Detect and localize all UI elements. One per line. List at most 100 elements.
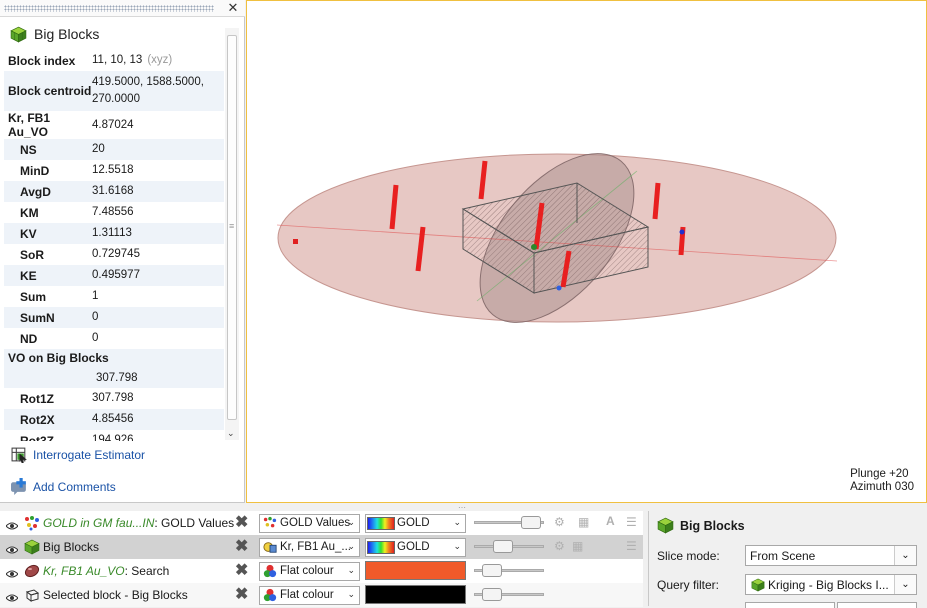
filter-icon[interactable]: ⚙ <box>554 539 565 553</box>
visibility-eye-icon[interactable] <box>5 519 19 530</box>
shape-properties-panel: Big Blocks Slice mode: From Scene ⌄ Query… <box>648 511 927 608</box>
properties-icon[interactable]: ☰ <box>626 539 637 553</box>
property-value: 31.6168 <box>92 185 134 197</box>
flat-colour-icon <box>263 588 277 602</box>
query-filter-dropdown[interactable]: Kriging - Big Blocks I... ⌄ <box>745 574 917 595</box>
property-value: 307.798 <box>96 372 138 384</box>
property-row: NS 20 <box>4 139 224 160</box>
remove-icon[interactable]: ✖ <box>235 539 248 555</box>
points-icon <box>263 516 277 530</box>
drillhole[interactable] <box>652 182 661 220</box>
horizontal-splitter[interactable]: ⋯ <box>0 503 927 512</box>
ellipsoid-icon <box>24 563 40 579</box>
remove-icon[interactable]: ✖ <box>235 563 248 579</box>
opacity-slider-thumb[interactable] <box>521 516 541 529</box>
panel-scrollbar[interactable]: ⌄ <box>225 28 239 440</box>
colour-attribute-dropdown[interactable]: Kr, FB1 Au_... ⌄ <box>259 537 360 557</box>
colourmap-dropdown[interactable]: GOLD ⌄ <box>365 513 466 533</box>
property-key: KE <box>20 268 37 283</box>
scene-viewport[interactable]: Plunge +20 Azimuth 030 <box>246 0 927 503</box>
property-row: KE 0.495977 <box>4 265 224 286</box>
drillhole-sample <box>293 239 298 244</box>
scroll-thumb[interactable] <box>227 35 237 420</box>
property-key: AvgD <box>20 184 51 199</box>
property-key: SoR <box>20 247 44 262</box>
property-row: Rot2X 4.85456 <box>4 409 224 430</box>
block-centroid-marker <box>531 244 537 250</box>
property-key: Block centroid <box>8 84 92 98</box>
visibility-eye-icon[interactable] <box>5 591 19 602</box>
property-value: 0 <box>92 311 99 323</box>
properties-panel: ✕ Big Blocks Block index 11, 10, 13 (xyz) B… <box>0 0 245 503</box>
chevron-down-icon[interactable]: ⌄ <box>894 575 916 594</box>
property-row: Sum 1 <box>4 286 224 307</box>
shape-row-big-blocks[interactable]: Big Blocks ✖ Kr, FB1 Au_... ⌄ GOLD ⌄ ⚙ ▦ ☰ <box>0 535 643 559</box>
property-value: 12.5518 <box>92 164 134 176</box>
chevron-down-icon[interactable]: ⌄ <box>894 546 916 565</box>
panel-titlebar[interactable]: ✕ <box>0 0 245 17</box>
scene-canvas[interactable] <box>247 1 927 504</box>
property-list: Block index 11, 10, 13 (xyz) Block centroid… <box>4 50 224 441</box>
colour-attribute-dropdown[interactable]: GOLD Values ⌄ <box>259 513 360 533</box>
property-key: Rot2X <box>20 412 55 427</box>
remove-icon[interactable]: ✖ <box>235 587 248 603</box>
filter-icon[interactable]: ⚙ <box>554 515 565 529</box>
slice-mode-dropdown[interactable]: From Scene ⌄ <box>745 545 917 566</box>
partial-button[interactable] <box>837 602 917 608</box>
property-row: SumN 0 <box>4 307 224 328</box>
shape-row-search[interactable]: Kr, FB1 Au_VO: Search ✖ Flat colour ⌄ <box>0 559 643 583</box>
property-row: Kr, FB1 Au_VO 4.87024 <box>4 111 224 139</box>
colour-swatch[interactable] <box>365 585 466 604</box>
shape-name: GOLD in GM fau...IN: GOLD Values <box>43 516 235 530</box>
property-row: Block centroid 419.5000, 1588.5000, 270.0… <box>4 71 224 111</box>
visibility-eye-icon[interactable] <box>5 543 19 554</box>
property-key: KM <box>20 205 39 220</box>
query-filter-icon <box>751 578 765 592</box>
colour-mode-dropdown[interactable]: Flat colour ⌄ <box>259 561 360 581</box>
property-row: AvgD 31.6168 <box>4 181 224 202</box>
add-comment-icon <box>11 478 28 495</box>
opacity-slider-thumb[interactable] <box>482 588 502 601</box>
text-label-icon[interactable]: A <box>606 514 615 528</box>
remove-icon[interactable]: ✖ <box>235 515 248 531</box>
property-value: 307.798 <box>92 392 134 404</box>
drag-grip[interactable] <box>4 5 214 12</box>
property-value: 4.87024 <box>92 118 134 131</box>
plunge-readout: Plunge +20 <box>850 468 909 480</box>
property-value: 11, 10, 13 (xyz) <box>92 54 173 66</box>
shape-properties-title: Big Blocks <box>657 517 745 534</box>
property-value: 419.5000, 1588.5000, 270.0000 <box>92 76 204 105</box>
shape-row-gold-values[interactable]: GOLD in GM fau...IN: GOLD Values ✖ GOLD … <box>0 511 643 535</box>
property-row: Rot3Z 194.926 <box>4 430 224 442</box>
interrogate-estimator-link[interactable]: Interrogate Estimator <box>33 448 145 462</box>
property-row: Block index 11, 10, 13 (xyz) <box>4 50 224 71</box>
visibility-eye-icon[interactable] <box>5 567 19 578</box>
colourmap-dropdown[interactable]: GOLD ⌄ <box>365 537 466 557</box>
add-comments-link-row[interactable]: Add Comments <box>11 478 116 495</box>
property-value: 7.48556 <box>92 206 134 218</box>
close-button[interactable]: ✕ <box>225 1 241 16</box>
properties-icon[interactable]: ☰ <box>626 515 637 529</box>
interrogate-icon <box>11 446 28 463</box>
property-key: Rot3Z <box>20 433 54 442</box>
property-key: MinD <box>20 163 50 178</box>
opacity-slider-thumb[interactable] <box>493 540 513 553</box>
panel-header: Big Blocks <box>10 22 99 46</box>
interrogate-estimator-link-row[interactable]: Interrogate Estimator <box>11 446 145 463</box>
colour-mode-dropdown[interactable]: Flat colour ⌄ <box>259 585 360 605</box>
add-comments-link[interactable]: Add Comments <box>33 480 116 494</box>
partial-button[interactable] <box>745 602 835 608</box>
property-row: Rot1Z 307.798 <box>4 388 224 409</box>
legend-icon[interactable]: ▦ <box>572 539 583 553</box>
property-value: 0 <box>92 332 99 344</box>
property-value: 1 <box>92 290 99 302</box>
property-row: SoR 0.729745 <box>4 244 224 265</box>
property-row: KV 1.31113 <box>4 223 224 244</box>
azimuth-readout: Azimuth 030 <box>850 481 914 493</box>
scroll-down-arrow-icon[interactable]: ⌄ <box>227 428 235 439</box>
shape-row-selected-block[interactable]: Selected block - Big Blocks ✖ Flat colou… <box>0 583 643 607</box>
property-key: Sum <box>20 289 47 304</box>
colour-swatch[interactable] <box>365 561 466 580</box>
legend-icon[interactable]: ▦ <box>578 515 589 529</box>
opacity-slider-thumb[interactable] <box>482 564 502 577</box>
